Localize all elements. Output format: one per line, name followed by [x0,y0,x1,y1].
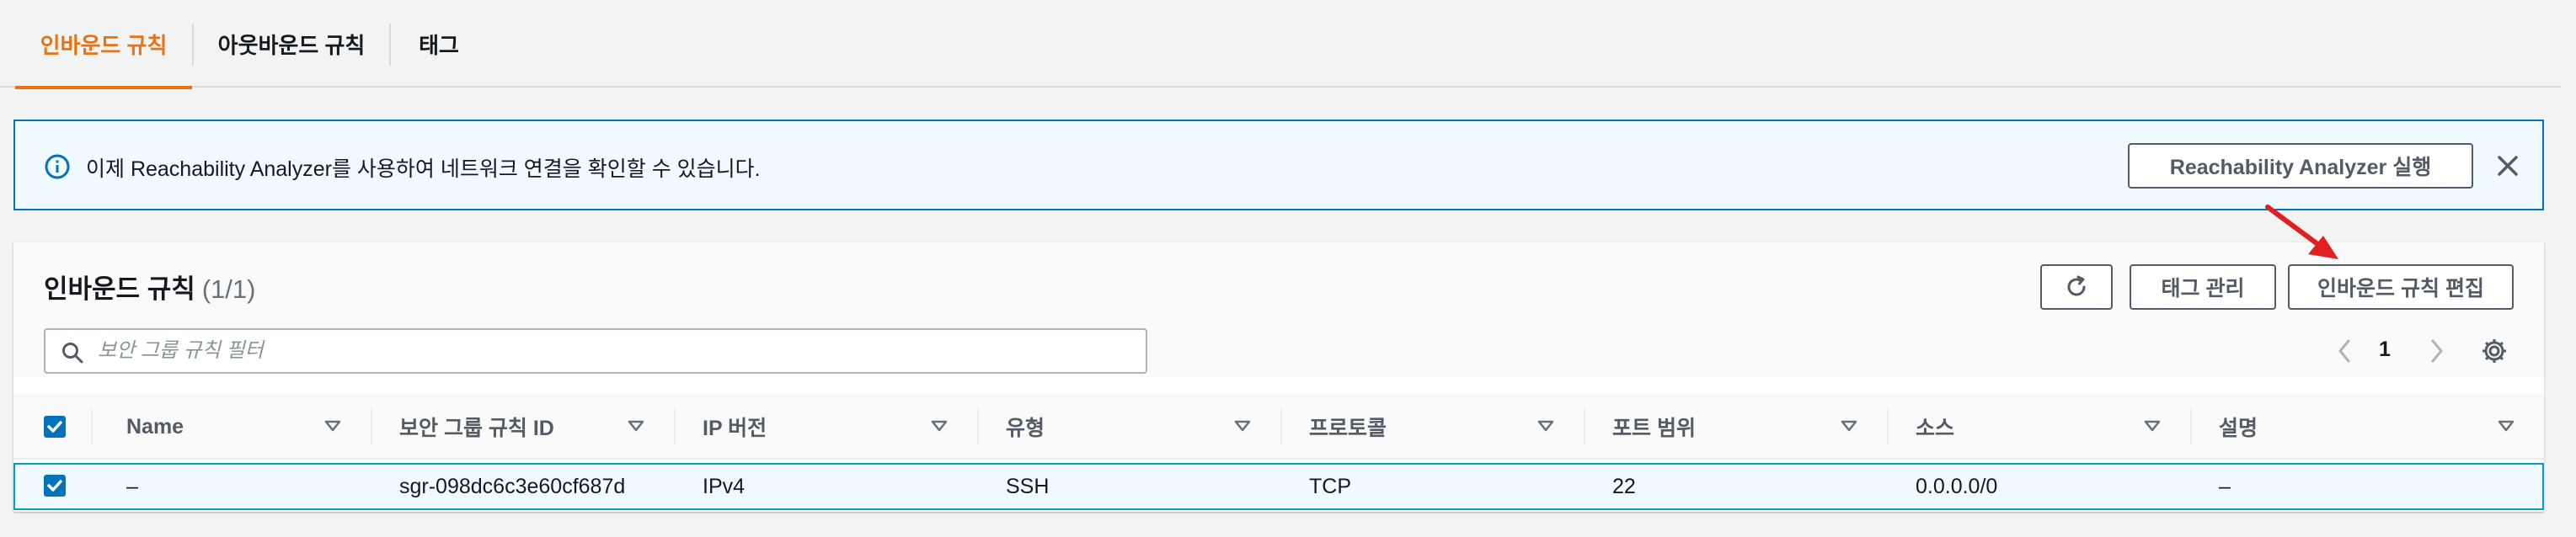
column-header-description[interactable]: 설명 [2219,394,2258,460]
close-icon[interactable] [2495,153,2520,178]
pagination-current-page[interactable]: 1 [2379,338,2391,362]
inbound-rules-panel: 인바운드 규칙(1/1) 태그 관리 인바운드 규칙 편집 1 [13,242,2544,512]
sort-icon[interactable] [2497,419,2515,433]
check-icon [47,421,62,433]
sort-icon[interactable] [1537,419,1555,433]
panel-header: 인바운드 규칙(1/1) 태그 관리 인바운드 규칙 편집 1 [13,242,2544,377]
sort-icon[interactable] [627,419,645,433]
cell-ip-version: IPv4 [703,474,746,498]
tab-divider [389,24,391,66]
column-header-rule-id[interactable]: 보안 그룹 규칙 ID [399,394,554,460]
table-row[interactable]: – sgr-098dc6c3e60cf687d IPv4 SSH TCP 22 … [13,463,2544,510]
sort-icon[interactable] [1840,419,1858,433]
panel-count: (1/1) [201,274,256,304]
column-header-source[interactable]: 소스 [1916,394,1954,460]
tab-tags[interactable]: 태그 [393,0,485,88]
sort-icon[interactable] [2143,419,2162,433]
manage-tags-button[interactable]: 태그 관리 [2130,264,2276,310]
column-divider [1280,409,1282,444]
column-header-name[interactable]: Name [126,394,184,460]
rules-tabs: 인바운드 규칙 아웃바운드 규칙 태그 [0,0,2561,89]
sort-icon[interactable] [930,419,949,433]
info-flashbar: 이제 Reachability Analyzer를 사용하여 네트워크 연결을 … [13,120,2544,210]
gear-icon[interactable] [2480,337,2509,365]
check-icon [47,480,62,492]
sort-icon[interactable] [1233,419,1252,433]
column-divider [977,409,979,444]
column-divider [2190,409,2192,444]
column-divider [1584,409,1585,444]
row-checkbox[interactable] [44,475,66,497]
run-reachability-analyzer-button[interactable]: Reachability Analyzer 실행 [2128,143,2473,189]
edit-inbound-rules-button[interactable]: 인바운드 규칙 편집 [2288,264,2514,310]
cell-rule-id: sgr-098dc6c3e60cf687d [399,474,626,498]
refresh-button[interactable] [2040,264,2113,310]
search-input[interactable] [98,335,1134,367]
cell-protocol: TCP [1309,474,1351,498]
column-header-port-range[interactable]: 포트 범위 [1612,394,1696,460]
chevron-right-icon[interactable] [2424,337,2450,365]
column-divider [1887,409,1889,444]
search-icon [62,343,83,364]
chevron-left-icon[interactable] [2332,337,2357,365]
column-divider [674,409,676,444]
sort-icon[interactable] [323,419,342,433]
cell-port-range: 22 [1612,474,1636,498]
tab-inbound-rules[interactable]: 인바운드 규칙 [15,0,192,89]
annotation-arrow-icon [2265,205,2338,259]
panel-title-text: 인바운드 규칙 [44,274,195,304]
column-header-ip-version[interactable]: IP 버전 [703,394,767,460]
cell-source: 0.0.0.0/0 [1916,474,1998,498]
tab-divider [192,24,194,66]
cell-type: SSH [1006,474,1050,498]
column-divider [91,409,93,444]
panel-title: 인바운드 규칙 (1/1) [44,268,255,306]
flash-message: 이제 Reachability Analyzer를 사용하여 네트워크 연결을 … [86,157,761,181]
table-header: Name 보안 그룹 규칙 ID IP 버전 유형 프로토콜 포트 범위 소스 … [13,394,2544,460]
column-header-type[interactable]: 유형 [1006,394,1045,460]
column-header-protocol[interactable]: 프로토콜 [1309,394,1387,460]
tab-outbound-rules[interactable]: 아웃바운드 규칙 [195,0,387,88]
rule-filter-search [44,328,1147,374]
cell-description: – [2219,474,2231,498]
info-icon [45,154,70,179]
column-divider [371,409,372,444]
select-all-checkbox[interactable] [44,416,66,438]
refresh-icon [2067,275,2086,296]
cell-name: – [126,474,138,498]
